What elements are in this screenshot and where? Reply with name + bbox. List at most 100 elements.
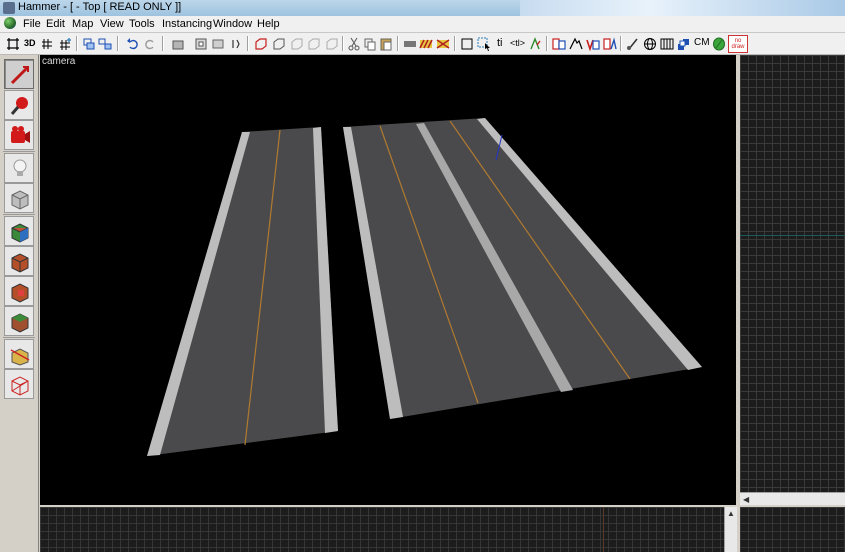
- cube-red-icon[interactable]: [253, 36, 268, 51]
- color-blocks-icon[interactable]: [676, 36, 691, 51]
- lightbulb-icon: [13, 159, 27, 176]
- menu-window[interactable]: Window: [213, 17, 252, 31]
- menu-tools[interactable]: Tools: [129, 17, 155, 31]
- scroll-up-icon[interactable]: ▲: [727, 509, 735, 518]
- cube-faded-icon[interactable]: [289, 36, 304, 51]
- toolbar-separator: [546, 36, 548, 51]
- brick-cube-icon: [11, 253, 29, 273]
- decal-tool-button[interactable]: [4, 276, 34, 306]
- visgroup-icon[interactable]: [585, 36, 600, 51]
- show-objects-icon[interactable]: [568, 36, 583, 51]
- toolbar-separator: [342, 36, 344, 51]
- brush-icon[interactable]: [625, 36, 640, 51]
- tl-button[interactable]: <tl>: [510, 37, 525, 49]
- ti-button[interactable]: ti: [497, 37, 503, 49]
- cut-icon[interactable]: [346, 36, 361, 51]
- ignore-grouping-icon[interactable]: [228, 36, 243, 51]
- tool-separator: [3, 151, 35, 152]
- vertical-scrollbar[interactable]: ▲: [724, 507, 737, 552]
- menu-file[interactable]: File: [23, 17, 41, 31]
- desktop-background: [520, 0, 845, 16]
- cube-faded-icon[interactable]: [324, 36, 339, 51]
- nodraw-icon[interactable]: no draw: [728, 35, 748, 53]
- small-grid-icon[interactable]: [39, 36, 54, 51]
- menu-edit[interactable]: Edit: [46, 17, 65, 31]
- scroll-left-icon[interactable]: ◀: [743, 495, 749, 504]
- toolbar-separator: [454, 36, 456, 51]
- tool-separator: [3, 214, 35, 215]
- vertex-icon: [11, 376, 29, 396]
- camera-tool-button[interactable]: [4, 120, 34, 150]
- texture-browser-icon[interactable]: [527, 36, 542, 51]
- selection-tool-button[interactable]: [4, 59, 34, 89]
- solid-icon[interactable]: [402, 36, 417, 51]
- viewport-label: camera: [42, 56, 76, 67]
- wireframe-icon[interactable]: [659, 36, 674, 51]
- grid-axis-line: [740, 235, 845, 236]
- visgroup-alt-icon[interactable]: [602, 36, 617, 51]
- camera-icon: [11, 126, 30, 143]
- cube-faded-icon[interactable]: [306, 36, 321, 51]
- undo-icon[interactable]: [125, 36, 140, 51]
- magnify-icon: [10, 97, 28, 115]
- front-view-grid[interactable]: [40, 507, 724, 552]
- grid-axis-line: [603, 507, 604, 552]
- grid-plus-icon[interactable]: [57, 36, 72, 51]
- vertex-tool-button[interactable]: [4, 369, 34, 399]
- clipping-icon: [10, 348, 30, 366]
- magnify-tool-button[interactable]: [4, 90, 34, 120]
- toolbar-separator: [397, 36, 399, 51]
- texture-scale-lock-icon[interactable]: [435, 36, 450, 51]
- group-icon[interactable]: [81, 36, 96, 51]
- copy-icon[interactable]: [362, 36, 377, 51]
- decal-cube-icon: [11, 283, 29, 303]
- window-titlebar: Hammer - [ - Top [ READ ONLY ]]: [0, 0, 845, 16]
- cube-outline-icon[interactable]: [271, 36, 286, 51]
- road-left-surface: [147, 127, 338, 456]
- toolbar-separator: [247, 36, 249, 51]
- toolbar-separator: [117, 36, 119, 51]
- menu-view[interactable]: View: [100, 17, 124, 31]
- toggle-3d-grid-button[interactable]: 3D: [24, 37, 36, 49]
- textured-cube-icon: [11, 223, 29, 243]
- window-title: Hammer - [ - Top [ READ ONLY ]]: [18, 1, 182, 13]
- select-pointer-icon[interactable]: [476, 36, 491, 51]
- globe-icon: [4, 17, 16, 29]
- texture-lock-icon[interactable]: [418, 36, 433, 51]
- toolbar-separator: [76, 36, 78, 51]
- menu-help[interactable]: Help: [257, 17, 280, 31]
- hide-objects-icon[interactable]: [551, 36, 566, 51]
- camera-viewport[interactable]: camera: [40, 55, 736, 505]
- overlay-tool-button[interactable]: [4, 306, 34, 336]
- texture-application-tool-button[interactable]: [4, 216, 34, 246]
- toolbar-separator: [620, 36, 622, 51]
- sphere-icon[interactable]: [642, 36, 657, 51]
- paste-icon[interactable]: [378, 36, 393, 51]
- cm-button[interactable]: CM: [694, 37, 710, 49]
- carve-icon[interactable]: [170, 36, 185, 51]
- toolbar-separator: [162, 36, 164, 51]
- main-toolbar: 3D ti <tl> CM no draw: [0, 33, 845, 55]
- grid-icon[interactable]: [5, 36, 20, 51]
- entity-tool-button[interactable]: [4, 153, 34, 183]
- menu-instancing[interactable]: Instancing: [162, 17, 212, 31]
- horizontal-scrollbar[interactable]: ◀: [740, 492, 845, 505]
- menu-map[interactable]: Map: [72, 17, 93, 31]
- menu-bar: File Edit Map View Tools Instancing Wind…: [0, 16, 845, 33]
- selection-box-icon[interactable]: [459, 36, 474, 51]
- scene-render: [147, 118, 702, 456]
- leaf-icon[interactable]: [711, 36, 726, 51]
- selection-arrow-icon: [10, 65, 30, 85]
- top-view-grid[interactable]: [740, 55, 845, 492]
- side-view-grid[interactable]: [740, 507, 845, 552]
- overlay-cube-icon: [11, 313, 29, 333]
- block-tool-button[interactable]: [4, 183, 34, 213]
- hollow-icon[interactable]: [193, 36, 208, 51]
- tool-separator: [3, 337, 35, 338]
- ungroup-icon[interactable]: [97, 36, 112, 51]
- clipping-tool-button[interactable]: [4, 339, 34, 369]
- apply-texture-tool-button[interactable]: [4, 246, 34, 276]
- cordon-icon[interactable]: [210, 36, 225, 51]
- redo-icon[interactable]: [142, 36, 157, 51]
- nodraw-label: no draw: [731, 38, 745, 50]
